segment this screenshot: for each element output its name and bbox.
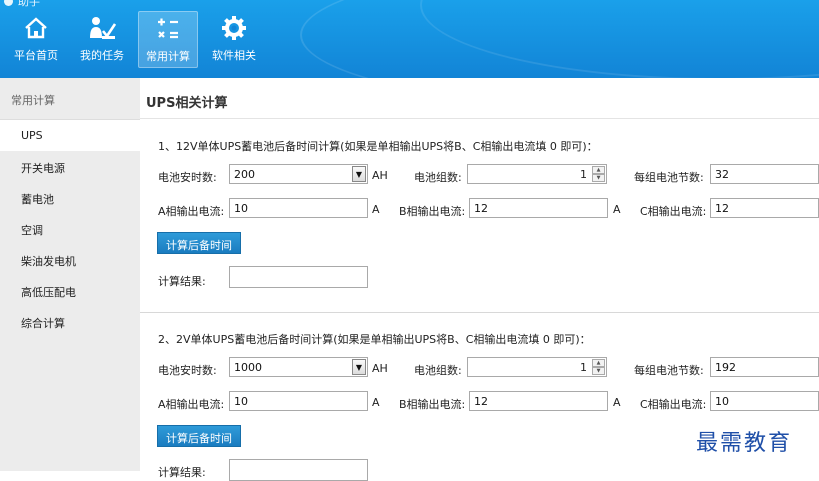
- section1-capacity-label: 电池安时数:: [158, 171, 217, 184]
- section1-capacity-value: 200: [234, 168, 255, 181]
- section1-c-current-input[interactable]: [710, 198, 819, 218]
- section2-capacity-select[interactable]: 1000 ▼: [229, 357, 368, 377]
- section2-cells-input[interactable]: [710, 357, 819, 377]
- sidebar-item-ups[interactable]: UPS: [0, 120, 140, 151]
- section1-capacity-select[interactable]: 200 ▼: [229, 164, 368, 184]
- section2-b-current-input[interactable]: [469, 391, 608, 411]
- person-task-icon: [88, 14, 116, 42]
- section-divider: [140, 312, 819, 313]
- stepper-buttons[interactable]: ▲ ▼: [592, 166, 605, 182]
- nav-tasks-label: 我的任务: [80, 49, 124, 62]
- section2-a-current-input[interactable]: [229, 391, 368, 411]
- chevron-down-icon[interactable]: ▼: [352, 166, 366, 182]
- divider: [140, 118, 819, 119]
- section1-groups-stepper[interactable]: 1 ▲ ▼: [467, 164, 607, 184]
- sidebar-item-comprehensive[interactable]: 综合计算: [0, 306, 140, 337]
- nav-tasks[interactable]: 我的任务: [72, 11, 132, 68]
- watermark: 最需教育: [696, 431, 793, 456]
- section2-c-current-label: C相输出电流:: [640, 398, 707, 411]
- stepper-up-icon[interactable]: ▲: [592, 359, 605, 367]
- sidebar: 常用计算 UPS 开关电源 蓄电池 空调 柴油发电机 高低压配电 综合计算: [0, 78, 140, 471]
- section1-c-current-label: C相输出电流:: [640, 205, 707, 218]
- section2-b-unit: A: [613, 396, 621, 409]
- section1-a-current-input[interactable]: [229, 198, 368, 218]
- stepper-up-icon[interactable]: ▲: [592, 166, 605, 174]
- section1-b-current-input[interactable]: [469, 198, 608, 218]
- section2-a-current-label: A相输出电流:: [158, 398, 225, 411]
- sidebar-header: 常用计算: [0, 78, 140, 120]
- section2-b-current-label: B相输出电流:: [399, 398, 466, 411]
- section1-b-unit: A: [613, 203, 621, 216]
- page-title: UPS相关计算: [146, 96, 228, 111]
- sidebar-item-air-conditioning[interactable]: 空调: [0, 213, 140, 244]
- section1-a-unit: A: [372, 203, 380, 216]
- section2-capacity-unit: AH: [372, 362, 388, 375]
- nav-home-label: 平台首页: [14, 49, 58, 62]
- section2-cells-label: 每组电池节数:: [634, 364, 704, 377]
- app-logo-icon: [4, 0, 13, 6]
- app-title: 助手: [4, 0, 40, 9]
- nav-software-label: 软件相关: [212, 49, 256, 62]
- nav-software[interactable]: 软件相关: [204, 11, 264, 68]
- app-title-text: 助手: [18, 0, 40, 8]
- section1-result-label: 计算结果:: [158, 275, 206, 288]
- section2-groups-stepper[interactable]: 1 ▲ ▼: [467, 357, 607, 377]
- section2-groups-label: 电池组数:: [414, 364, 462, 377]
- section1-result-field[interactable]: [229, 266, 368, 288]
- section1-heading: 1、12V单体UPS蓄电池后备时间计算(如果是单相输出UPS将B、C相输出电流填…: [158, 140, 598, 153]
- sidebar-item-switching-power[interactable]: 开关电源: [0, 151, 140, 182]
- section2-groups-value: 1: [580, 361, 587, 374]
- section2-heading: 2、2V单体UPS蓄电池后备时间计算(如果是单相输出UPS将B、C相输出电流填 …: [158, 333, 591, 346]
- calculator-icon: [154, 15, 182, 43]
- sidebar-item-power-distribution[interactable]: 高低压配电: [0, 275, 140, 306]
- section2-capacity-value: 1000: [234, 361, 262, 374]
- section2-result-field[interactable]: [229, 459, 368, 481]
- section2-result-label: 计算结果:: [158, 466, 206, 479]
- section2-calc-button[interactable]: 计算后备时间: [157, 425, 241, 447]
- section1-a-current-label: A相输出电流:: [158, 205, 225, 218]
- section1-capacity-unit: AH: [372, 169, 388, 182]
- stepper-down-icon[interactable]: ▼: [592, 367, 605, 375]
- section1-calc-button[interactable]: 计算后备时间: [157, 232, 241, 254]
- section1-groups-label: 电池组数:: [414, 171, 462, 184]
- section1-groups-value: 1: [580, 168, 587, 181]
- section1-cells-label: 每组电池节数:: [634, 171, 704, 184]
- section2-c-current-input[interactable]: [710, 391, 819, 411]
- nav-calc[interactable]: 常用计算: [138, 11, 198, 68]
- chevron-down-icon[interactable]: ▼: [352, 359, 366, 375]
- top-ribbon: 助手 平台首页 我的任务 常用计算 软件相关: [0, 0, 819, 78]
- sidebar-item-diesel-generator[interactable]: 柴油发电机: [0, 244, 140, 275]
- sidebar-item-battery[interactable]: 蓄电池: [0, 182, 140, 213]
- section2-capacity-label: 电池安时数:: [158, 364, 217, 377]
- section1-b-current-label: B相输出电流:: [399, 205, 466, 218]
- gear-icon: [220, 14, 248, 42]
- nav-home[interactable]: 平台首页: [6, 11, 66, 68]
- stepper-down-icon[interactable]: ▼: [592, 174, 605, 182]
- main-panel: UPS相关计算 1、12V单体UPS蓄电池后备时间计算(如果是单相输出UPS将B…: [140, 78, 819, 481]
- home-icon: [22, 14, 50, 42]
- stepper-buttons[interactable]: ▲ ▼: [592, 359, 605, 375]
- nav-calc-label: 常用计算: [146, 50, 190, 63]
- main-nav: 平台首页 我的任务 常用计算 软件相关: [6, 11, 264, 68]
- section1-cells-input[interactable]: [710, 164, 819, 184]
- section2-a-unit: A: [372, 396, 380, 409]
